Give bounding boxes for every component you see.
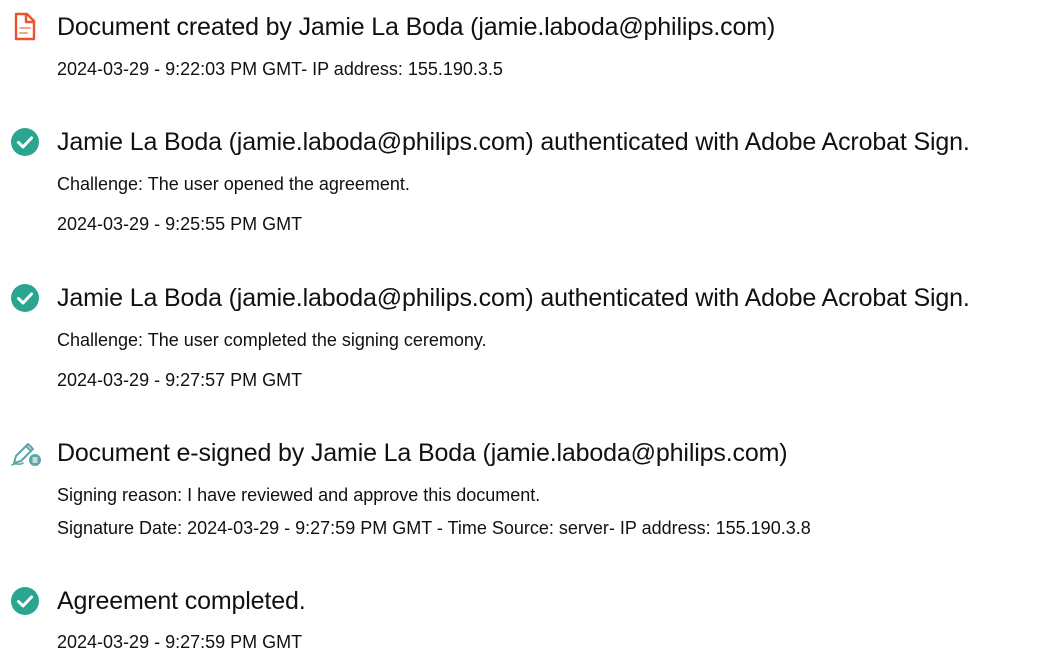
event-title: Document e-signed by Jamie La Boda (jami… bbox=[57, 439, 788, 467]
event-title: Jamie La Boda (jamie.laboda@philips.com)… bbox=[57, 128, 970, 156]
check-circle-icon bbox=[10, 127, 40, 157]
event-signing-reason: Signing reason: I have reviewed and appr… bbox=[57, 485, 541, 505]
event-challenge: Challenge: The user opened the agreement… bbox=[57, 174, 410, 194]
check-circle-icon bbox=[10, 586, 40, 616]
document-icon bbox=[10, 12, 40, 42]
event-timestamp: 2024-03-29 - 9:22:03 PM GMT- IP address:… bbox=[57, 59, 503, 79]
event-signature-date: Signature Date: 2024-03-29 - 9:27:59 PM … bbox=[57, 518, 811, 538]
check-circle-icon bbox=[10, 283, 40, 313]
event-title: Document created by Jamie La Boda (jamie… bbox=[57, 13, 776, 41]
event-title: Agreement completed. bbox=[57, 587, 306, 615]
event-timestamp: 2024-03-29 - 9:25:55 PM GMT bbox=[57, 214, 303, 234]
event-challenge: Challenge: The user completed the signin… bbox=[57, 330, 487, 350]
event-title: Jamie La Boda (jamie.laboda@philips.com)… bbox=[57, 284, 970, 312]
event-timestamp: 2024-03-29 - 9:27:57 PM GMT bbox=[57, 370, 303, 390]
pen-sign-icon bbox=[10, 438, 41, 468]
event-timestamp: 2024-03-29 - 9:27:59 PM GMT bbox=[57, 632, 303, 652]
